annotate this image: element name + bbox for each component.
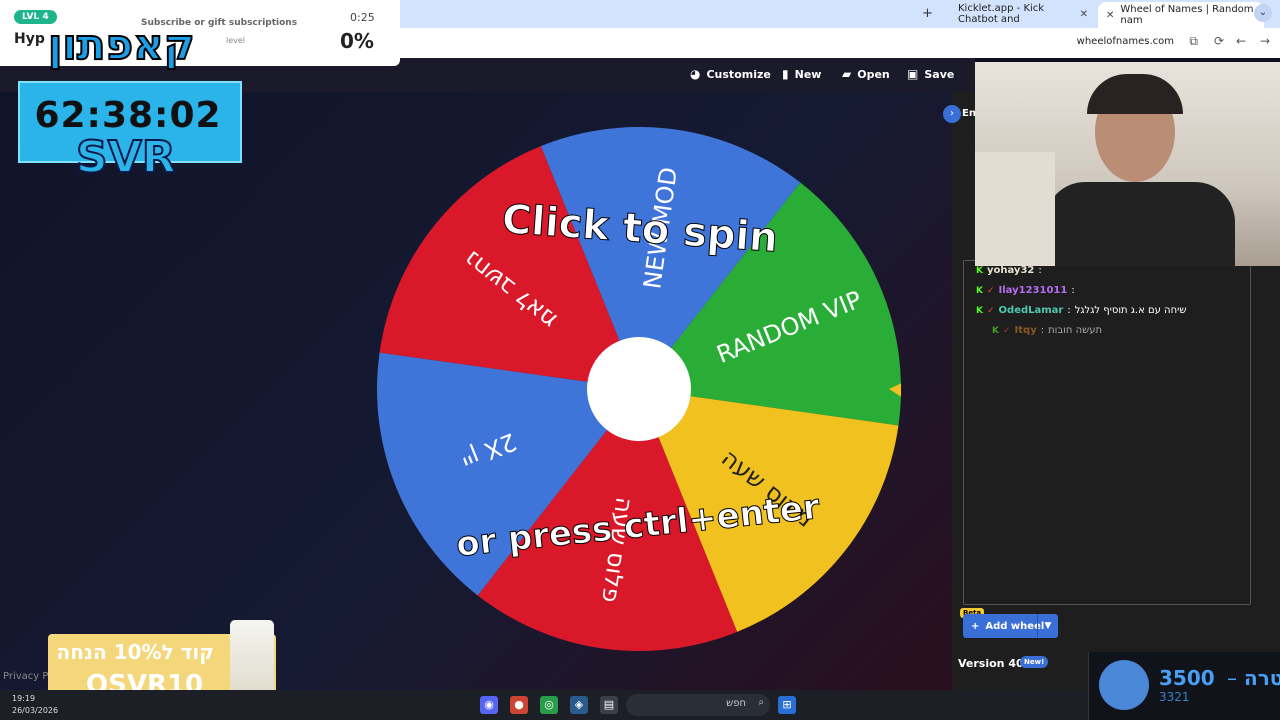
countdown-timer: 62:38:02 xyxy=(34,95,222,136)
goal-label: מטרה xyxy=(1244,666,1280,690)
stream-logo: קאפתון xyxy=(47,19,196,70)
search-placeholder: חפש xyxy=(726,698,746,709)
privacy-link[interactable]: Privacy P xyxy=(3,671,48,682)
kick-badge-icon: K xyxy=(992,325,999,336)
chat-text: שיחה עם א.ג תוסיף לגלגל xyxy=(1074,305,1187,316)
system-clock[interactable]: 19:19 26/03/2026 xyxy=(12,693,58,717)
check-icon: ✓ xyxy=(1002,325,1011,336)
brand-label: SVR xyxy=(75,131,177,184)
app-icon[interactable]: ● xyxy=(510,696,528,714)
reload-icon[interactable]: ⟳ xyxy=(1214,34,1224,48)
steam-icon[interactable]: ◈ xyxy=(570,696,588,714)
chevron-down-icon[interactable]: ▼ xyxy=(1037,614,1058,638)
share-icon[interactable]: ⧉ xyxy=(1189,34,1198,49)
new-button[interactable]: ▮ New xyxy=(782,67,821,81)
goal-value: 3500 xyxy=(1159,666,1215,690)
check-icon: ✓ xyxy=(986,285,995,296)
new-label: New xyxy=(794,67,822,81)
chat-message: K ✓ Ilay1231011 : xyxy=(976,285,1075,296)
open-label: Open xyxy=(857,67,890,81)
hype-timer: 0:25 xyxy=(350,11,375,24)
avatar xyxy=(1099,660,1149,710)
chat-message: K ✓ Itqy : תעשה חובות xyxy=(992,325,1103,336)
search-input[interactable]: חפש ⌕ xyxy=(626,694,770,716)
customize-label: Customize xyxy=(706,67,771,81)
chat-user[interactable]: yohay32 xyxy=(987,265,1034,276)
chat-message: K yohay32 : xyxy=(976,265,1042,276)
new-badge[interactable]: New! xyxy=(1020,656,1049,668)
close-icon[interactable]: ✕ xyxy=(1106,10,1114,21)
hype-label: Hyp xyxy=(14,31,45,47)
tab-title: Wheel of Names | Random nam xyxy=(1120,4,1254,26)
save-icon: ▣ xyxy=(907,67,919,81)
add-wheel-label: Add wheel xyxy=(985,620,1045,632)
save-label: Save xyxy=(924,67,955,81)
subscribe-level-text: level xyxy=(226,36,246,45)
kick-badge-icon: K xyxy=(976,285,983,296)
plus-icon: + xyxy=(971,620,980,632)
webcam-overlay xyxy=(975,62,1280,266)
windows-start-icon[interactable]: ⊞ xyxy=(778,696,796,714)
chat-message: K ✓ OdedLamar : שיחה עם א.ג תוסיף לגלגל xyxy=(976,305,1187,316)
wheel-svg[interactable]: NEW MODRANDOM VIPמינוס שעהפלוס שעה2X יין… xyxy=(377,127,923,651)
chat-box: K yohay32 : K ✓ Ilay1231011 : K ✓ OdedLa… xyxy=(963,260,1251,605)
folder-icon: ▰ xyxy=(842,67,852,81)
collapse-icon[interactable]: › xyxy=(943,105,961,123)
chevron-down-icon[interactable]: ⌄ xyxy=(1254,4,1272,22)
clock-time: 19:19 xyxy=(12,694,36,703)
clock-date: 26/03/2026 xyxy=(12,706,59,715)
promo-text: קוד ל10% הנחה xyxy=(56,640,214,664)
wheel-center[interactable] xyxy=(587,337,691,441)
palette-icon: ◕ xyxy=(690,67,701,81)
kick-badge-icon: K xyxy=(976,305,983,316)
kick-badge-icon: K xyxy=(976,265,983,276)
open-button[interactable]: ▰ Open xyxy=(842,67,890,81)
file-icon: ▮ xyxy=(782,67,789,81)
goal-current: 3321 xyxy=(1159,690,1190,704)
check-icon: ✓ xyxy=(986,305,995,316)
chat-user[interactable]: OdedLamar xyxy=(999,305,1064,316)
back-icon[interactable]: ← xyxy=(1236,34,1246,48)
chat-user[interactable]: Itqy xyxy=(1015,325,1037,336)
taskbar: 19:19 26/03/2026 ◉ ● ◎ ◈ ▤ חפש ⌕ ⊞ xyxy=(0,690,1088,720)
files-icon[interactable]: ▤ xyxy=(600,696,618,714)
url-field[interactable]: wheelofnames.com xyxy=(1077,36,1174,47)
tab-wheel-of-names[interactable]: ✕ Wheel of Names | Random nam xyxy=(1098,2,1264,28)
goal-widget: 3500 – מטרה 3321 xyxy=(1088,652,1280,720)
forward-icon[interactable]: → xyxy=(1260,34,1270,48)
new-tab-icon[interactable]: + xyxy=(922,6,933,21)
tab-kicklet[interactable]: Kicklet.app - Kick Chatbot and ✕ xyxy=(950,3,1096,25)
customize-button[interactable]: ◕ Customize xyxy=(690,67,771,81)
close-icon[interactable]: ✕ xyxy=(1080,9,1088,20)
save-button[interactable]: ▣ Save xyxy=(907,67,954,81)
entries-tab[interactable]: En xyxy=(962,108,976,119)
tab-title: Kicklet.app - Kick Chatbot and xyxy=(958,3,1045,25)
chat-text: תעשה חובות xyxy=(1048,325,1103,336)
streamer-hair xyxy=(1087,74,1183,114)
hype-percent: 0% xyxy=(340,29,374,53)
discord-icon[interactable]: ◉ xyxy=(480,696,498,714)
chrome-icon[interactable]: ◎ xyxy=(540,696,558,714)
chat-user[interactable]: Ilay1231011 xyxy=(999,285,1068,296)
goal-dash: – xyxy=(1227,666,1237,690)
add-wheel-button[interactable]: + Add wheel ▼ xyxy=(963,614,1058,638)
pillow xyxy=(975,152,1055,266)
streamer-body xyxy=(1045,182,1235,266)
wheel-of-names[interactable]: NEW MOD RANDOM VIP מינוס שעה פלוס שעה 2X יין… xyxy=(377,127,923,651)
search-icon: ⌕ xyxy=(758,697,764,708)
